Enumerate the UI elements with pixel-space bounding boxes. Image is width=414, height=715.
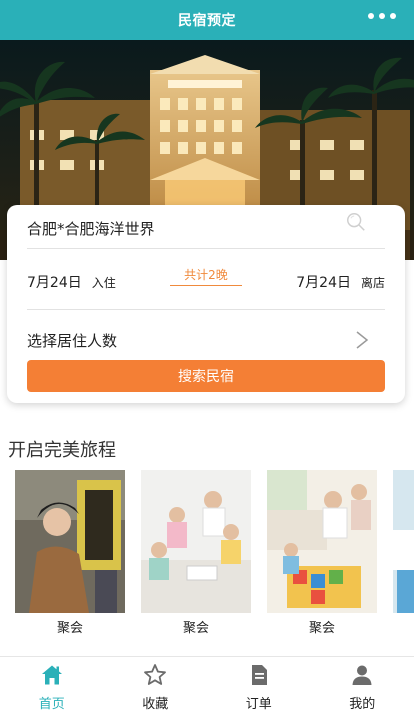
title-bar: 民宿预定 <box>0 0 414 40</box>
star-icon <box>144 664 167 685</box>
trip-caption: 聚会 <box>182 621 209 636</box>
tab-favorites[interactable]: 收藏 <box>104 657 208 715</box>
home-icon <box>41 665 62 685</box>
trip-image <box>15 470 125 613</box>
page: 民宿预定 合肥*合肥海洋世界 7月24日 入住 共计2晚 7月24日 离店 选择… <box>0 0 414 715</box>
nights-count: 共计2晚 <box>170 266 242 286</box>
trip-image <box>141 470 251 613</box>
date-row: 7月24日 入住 共计2晚 7月24日 离店 <box>27 250 385 310</box>
trip-card[interactable]: 聚会 <box>141 470 251 636</box>
guests-label: 选择居住人数 <box>27 331 118 350</box>
search-icon[interactable] <box>345 211 367 233</box>
bottom-tab-bar: 首页 收藏 订单 我的 <box>0 656 414 715</box>
trip-image <box>393 470 414 613</box>
order-icon <box>251 665 267 685</box>
destination-row[interactable]: 合肥*合肥海洋世界 <box>27 205 385 249</box>
trip-thumbnails: 聚会 聚会 聚会 <box>15 470 414 640</box>
page-title: 民宿预定 <box>178 13 236 29</box>
trip-card[interactable]: 聚会 <box>267 470 377 636</box>
section-title: 开启完美旅程 <box>8 440 116 461</box>
tab-label: 订单 <box>245 697 272 712</box>
user-icon <box>352 665 372 685</box>
trip-caption: 聚会 <box>56 621 83 636</box>
checkout-tag: 离店 <box>360 276 385 290</box>
tab-label: 首页 <box>38 697 65 712</box>
checkin-date-text: 7月24日 <box>27 275 82 291</box>
checkin-tag: 入住 <box>91 276 116 290</box>
destination-text: 合肥*合肥海洋世界 <box>27 220 155 238</box>
tab-mine[interactable]: 我的 <box>311 657 414 715</box>
search-card: 合肥*合肥海洋世界 7月24日 入住 共计2晚 7月24日 离店 选择居住人数 搜索… <box>7 205 405 403</box>
chevron-right-icon <box>356 331 369 349</box>
checkout-date-text: 7月24日 <box>296 275 351 291</box>
guests-row[interactable]: 选择居住人数 <box>27 311 385 361</box>
trip-card[interactable] <box>393 470 414 617</box>
trip-card[interactable]: 聚会 <box>15 470 125 636</box>
checkin-date[interactable]: 7月24日 入住 <box>27 272 116 292</box>
tab-label: 收藏 <box>142 697 169 712</box>
more-dots-icon[interactable] <box>368 13 396 19</box>
tab-home[interactable]: 首页 <box>0 657 104 715</box>
checkout-date[interactable]: 7月24日 离店 <box>296 272 385 292</box>
trip-caption: 聚会 <box>308 621 335 636</box>
tab-orders[interactable]: 订单 <box>207 657 311 715</box>
tab-label: 我的 <box>349 697 376 712</box>
search-button[interactable]: 搜索民宿 <box>27 360 385 392</box>
trip-image <box>267 470 377 613</box>
